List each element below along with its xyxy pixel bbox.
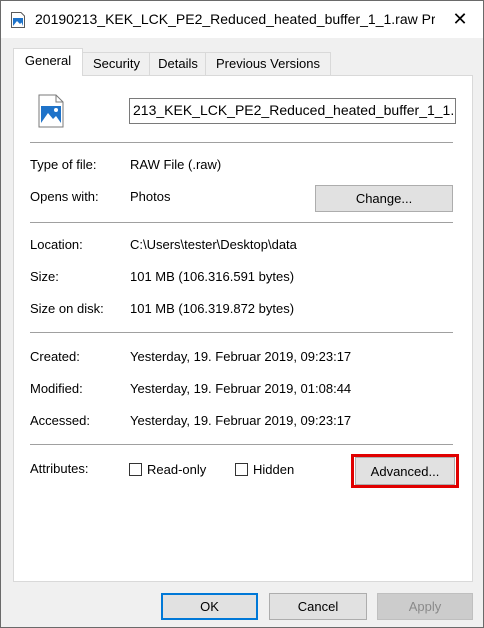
separator (30, 142, 453, 143)
location-value: C:\Users\tester\Desktop\data (130, 237, 297, 252)
type-of-file-label: Type of file: (30, 157, 97, 172)
close-icon[interactable]: ✕ (437, 1, 483, 38)
size-on-disk-label: Size on disk: (30, 301, 104, 316)
image-file-icon (11, 12, 25, 28)
attributes-label: Attributes: (30, 461, 89, 476)
read-only-checkbox[interactable] (129, 463, 142, 476)
accessed-value: Yesterday, 19. Februar 2019, 09:23:17 (130, 413, 352, 428)
advanced-button-highlight (351, 454, 459, 488)
tab-previous-versions[interactable]: Previous Versions (205, 52, 331, 75)
opens-with-label: Opens with: (30, 189, 99, 204)
apply-button[interactable]: Apply (377, 593, 473, 620)
read-only-label[interactable]: Read-only (147, 462, 206, 477)
opens-with-value: Photos (130, 189, 171, 204)
tab-general[interactable]: General (13, 48, 83, 76)
separator (30, 332, 453, 333)
image-file-icon (38, 94, 64, 128)
size-label: Size: (30, 269, 59, 284)
general-panel: 213_KEK_LCK_PE2_Reduced_heated_buffer_1_… (13, 75, 473, 582)
title-bar[interactable]: 20190213_KEK_LCK_PE2_Reduced_heated_buff… (1, 1, 483, 38)
created-label: Created: (30, 349, 80, 364)
ok-button[interactable]: OK (161, 593, 258, 620)
accessed-label: Accessed: (30, 413, 90, 428)
hidden-label[interactable]: Hidden (253, 462, 294, 477)
tab-details[interactable]: Details (149, 52, 207, 75)
modified-label: Modified: (30, 381, 83, 396)
filename-input[interactable]: 213_KEK_LCK_PE2_Reduced_heated_buffer_1_… (129, 98, 456, 124)
modified-value: Yesterday, 19. Februar 2019, 01:08:44 (130, 381, 352, 396)
size-value: 101 MB (106.316.591 bytes) (130, 269, 295, 284)
window-title: 20190213_KEK_LCK_PE2_Reduced_heated_buff… (35, 11, 435, 27)
tab-security[interactable]: Security (82, 52, 151, 75)
change-button[interactable]: Change... (315, 185, 453, 212)
hidden-checkbox[interactable] (235, 463, 248, 476)
created-value: Yesterday, 19. Februar 2019, 09:23:17 (130, 349, 352, 364)
location-label: Location: (30, 237, 83, 252)
separator (30, 222, 453, 223)
cancel-button[interactable]: Cancel (269, 593, 367, 620)
properties-dialog: 20190213_KEK_LCK_PE2_Reduced_heated_buff… (0, 0, 484, 628)
size-on-disk-value: 101 MB (106.319.872 bytes) (130, 301, 295, 316)
separator (30, 444, 453, 445)
type-of-file-value: RAW File (.raw) (130, 157, 222, 172)
